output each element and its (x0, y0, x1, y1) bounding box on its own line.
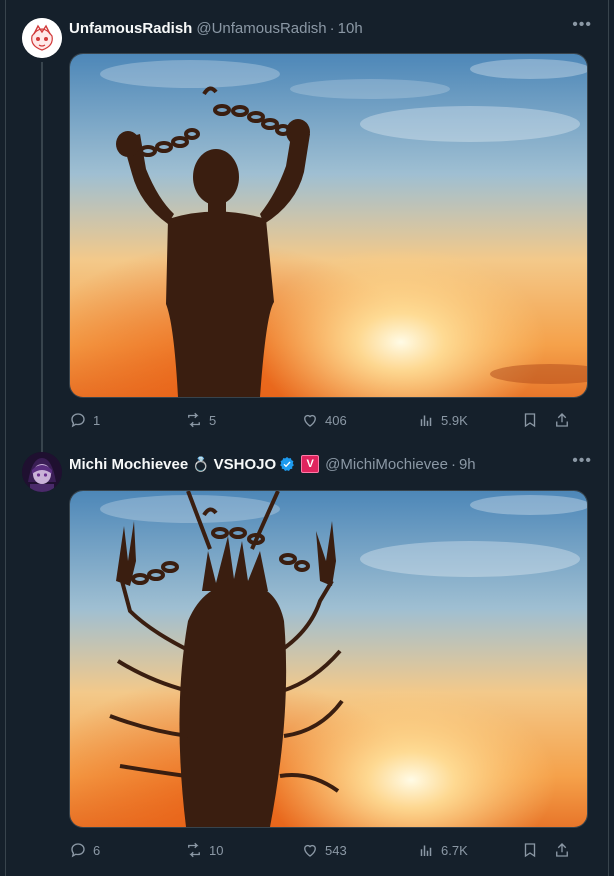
avatar[interactable] (22, 452, 62, 492)
reply-count: 6 (93, 842, 101, 858)
reply-icon (71, 843, 85, 858)
tweet-header: Michi Mochievee 💍 VSHOJO V @MichiMochiev… (69, 452, 592, 474)
ring-emoji: 💍 (192, 455, 210, 472)
tweet-2[interactable]: Michi Mochievee 💍 VSHOJO V @MichiMochiev… (6, 440, 608, 876)
vshojo-badge-icon[interactable]: V (301, 455, 320, 473)
share-icon (556, 413, 568, 427)
retweet-count: 10 (209, 842, 224, 858)
org-name[interactable]: VSHOJO (214, 456, 277, 473)
reply-icon (71, 413, 85, 428)
like-icon (304, 414, 316, 427)
like-icon (304, 844, 316, 857)
separator-dot: · (450, 455, 456, 473)
bookmark-icon (524, 413, 536, 428)
tweet-header: UnfamousRadish @UnfamousRadish · 10h ••• (69, 16, 592, 38)
bookmark-button[interactable] (521, 841, 553, 859)
tweet-image[interactable] (69, 490, 588, 828)
retweet-button[interactable]: 10 (185, 841, 301, 859)
action-bar: 1 5 406 5.9K (69, 409, 586, 431)
display-name[interactable]: UnfamousRadish (69, 20, 192, 37)
like-button[interactable]: 543 (301, 841, 417, 859)
views-count: 6.7K (441, 842, 468, 858)
like-button[interactable]: 406 (301, 411, 417, 429)
bookmark-button[interactable] (521, 411, 553, 429)
share-button[interactable] (553, 841, 575, 859)
retweet-icon (188, 412, 200, 428)
timestamp[interactable]: 9h (459, 456, 476, 473)
timestamp[interactable]: 10h (338, 20, 363, 37)
frame-right-border (608, 0, 609, 876)
like-count: 406 (325, 412, 347, 428)
reply-count: 1 (93, 412, 101, 428)
display-name[interactable]: Michi Mochievee (69, 456, 188, 473)
retweet-icon (188, 842, 200, 858)
separator-dot: · (329, 19, 335, 37)
views-button[interactable]: 6.7K (417, 841, 521, 859)
views-icon (420, 415, 432, 426)
reply-button[interactable]: 1 (69, 411, 185, 429)
views-count: 5.9K (441, 412, 468, 428)
retweet-button[interactable]: 5 (185, 411, 301, 429)
tweet-image[interactable] (69, 53, 588, 398)
views-button[interactable]: 5.9K (417, 411, 521, 429)
reply-button[interactable]: 6 (69, 841, 185, 859)
bookmark-icon (524, 843, 536, 858)
like-count: 543 (325, 842, 347, 858)
more-options-icon[interactable]: ••• (572, 16, 592, 34)
avatar[interactable] (22, 18, 62, 58)
user-handle[interactable]: @UnfamousRadish (196, 20, 326, 37)
tweet-1[interactable]: UnfamousRadish @UnfamousRadish · 10h ••• (6, 0, 608, 454)
share-icon (556, 843, 568, 857)
more-options-icon[interactable]: ••• (572, 452, 592, 470)
views-icon (420, 845, 432, 856)
verified-icon[interactable] (279, 456, 295, 472)
user-handle[interactable]: @MichiMochievee (325, 456, 448, 473)
thread-connector-line (41, 62, 43, 454)
share-button[interactable] (553, 411, 575, 429)
retweet-count: 5 (209, 412, 217, 428)
action-bar: 6 10 543 6.7K (69, 839, 586, 861)
